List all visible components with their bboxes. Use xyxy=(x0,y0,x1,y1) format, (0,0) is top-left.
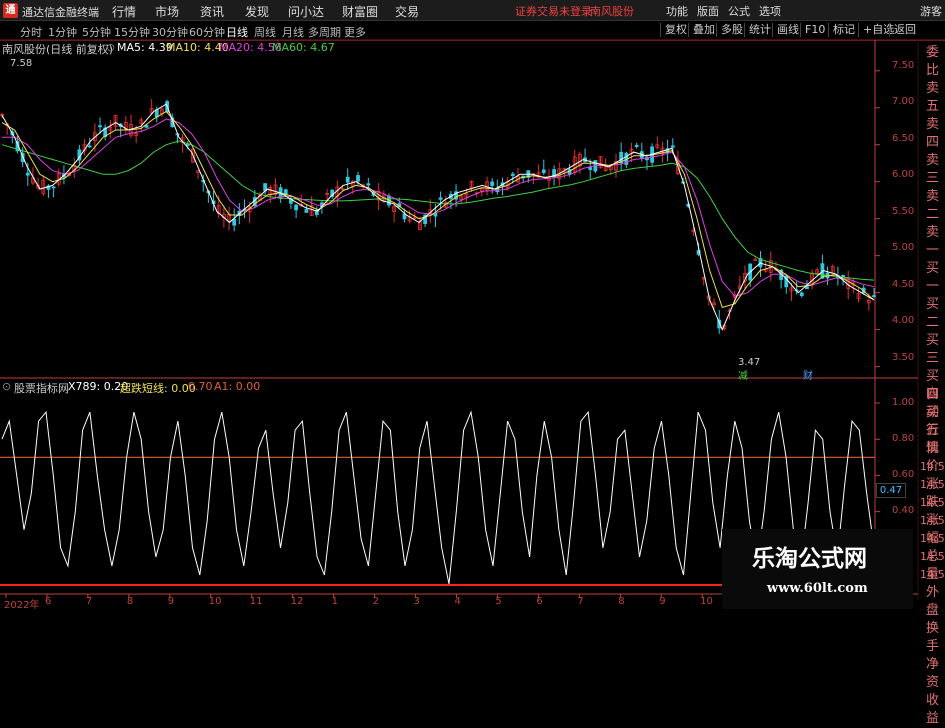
candle-body xyxy=(541,169,546,174)
time-entry: 14:50 xyxy=(920,532,945,545)
stock-name: 南风股份(日线 前复权) xyxy=(2,43,114,56)
date-tick: 7 xyxy=(577,596,584,607)
candle-body xyxy=(438,197,443,200)
settings-gear-icon[interactable]: ⊙ xyxy=(106,41,115,54)
side-item[interactable]: 换手 xyxy=(920,620,945,656)
time-entry: 14:50 xyxy=(920,568,945,581)
a1-label: A1: 0.00 xyxy=(214,380,261,393)
sub-tick: 1.00 xyxy=(892,397,915,408)
level-label: 0.70 xyxy=(188,380,213,393)
date-tick: 9 xyxy=(659,596,666,607)
price-tick: 5.50 xyxy=(892,206,915,217)
time-entry: 14:50 xyxy=(920,496,945,509)
candle-body xyxy=(294,204,299,211)
side-item[interactable]: 卖二 xyxy=(920,188,945,224)
date-tick: 5 xyxy=(495,596,502,607)
time-entry: 14:50 xyxy=(920,478,945,491)
date-tick: 8 xyxy=(126,596,134,607)
candle-body xyxy=(670,145,675,148)
ma-line-ma20 xyxy=(2,118,875,297)
date-tick: 3 xyxy=(413,596,420,607)
price-tick: 4.50 xyxy=(892,279,915,290)
side-item[interactable]: 净资 xyxy=(920,656,945,692)
date-tick: 10 xyxy=(700,596,713,607)
sub-tick: 0.60 xyxy=(892,469,915,480)
date-tick: 10 xyxy=(208,596,222,607)
indicator-gear-icon[interactable]: ⊙ xyxy=(2,380,11,393)
candle-body xyxy=(872,295,876,298)
event-marker-2[interactable]: 财 xyxy=(803,367,813,382)
auto-button[interactable]: 自动 xyxy=(920,386,945,422)
price-tick: 7.50 xyxy=(892,60,915,71)
candle-body xyxy=(25,172,30,176)
sub-tick: 0.40 xyxy=(892,505,915,516)
date-tick: 6 xyxy=(536,596,543,607)
price-tick: 6.00 xyxy=(892,169,915,180)
side-item[interactable]: 收益 xyxy=(920,692,945,728)
chart-canvas[interactable] xyxy=(0,0,945,609)
line-label: 超跌短线: 0.00 xyxy=(120,382,196,395)
indicator-name: 股票指标网 xyxy=(14,382,69,395)
price-tick: 3.50 xyxy=(892,352,915,363)
watermark: 乐淘公式网 www.60lt.com xyxy=(722,529,913,609)
event-marker-1[interactable]: 减 xyxy=(738,367,748,382)
candle-body xyxy=(87,145,92,148)
date-tick: 11 xyxy=(249,596,263,607)
candle-body xyxy=(366,183,371,186)
candle-body xyxy=(799,292,804,297)
side-item[interactable]: 买三 xyxy=(920,332,945,368)
candle-body xyxy=(356,175,360,182)
ma-line-ma5 xyxy=(1,103,875,331)
price-tick: 4.00 xyxy=(892,315,915,326)
price-tick: 7.00 xyxy=(892,96,915,107)
candle-body xyxy=(51,186,56,189)
date-tick: 2 xyxy=(372,596,379,607)
candle-body xyxy=(490,181,495,186)
side-item[interactable]: 买一 xyxy=(920,260,945,296)
date-tick: 9 xyxy=(167,596,175,607)
sub-chart-header: ⊙ 股票指标网 X789: 0.20 超跌短线: 0.00 0.70 A1: 0… xyxy=(0,379,880,395)
quote-button[interactable]: 行情 xyxy=(920,422,945,458)
candle-body xyxy=(304,209,309,213)
date-tick: 12 xyxy=(290,596,304,607)
candle-body xyxy=(232,218,237,226)
high-price-label: 7.58 xyxy=(10,58,33,69)
time-side-panel: 自动 行情 14:50 14:50 14:50 14:50 14:50 14:5… xyxy=(920,386,945,584)
candle-body xyxy=(805,286,809,290)
candle-body xyxy=(98,125,102,128)
main-chart-header: 南风股份(日线 前复权) ⊙ MA5: 4.39 MA10: 4.40 MA20… xyxy=(0,40,880,56)
candle-body xyxy=(345,176,350,183)
date-tick: 4 xyxy=(454,596,461,607)
side-item[interactable]: 委比 xyxy=(920,44,945,80)
side-item[interactable]: 卖一 xyxy=(920,224,945,260)
time-entry: 14:50 xyxy=(920,460,945,473)
candle-body xyxy=(634,144,639,147)
date-tick: 8 xyxy=(618,596,625,607)
date-tick: 1 xyxy=(331,596,338,607)
date-tick: 7 xyxy=(85,596,93,607)
watermark-title: 乐淘公式网 xyxy=(752,545,867,572)
side-item[interactable]: 卖五 xyxy=(920,80,945,116)
time-entry: 14:50 xyxy=(920,514,945,527)
side-item[interactable]: 卖四 xyxy=(920,116,945,152)
time-entry: 14:50 xyxy=(920,550,945,563)
price-tick: 6.50 xyxy=(892,133,915,144)
current-value-label: 0.47 xyxy=(876,483,906,498)
watermark-url: www.60lt.com xyxy=(767,581,868,596)
price-tick: 5.00 xyxy=(892,242,915,253)
candle-body xyxy=(510,173,515,176)
candle-body xyxy=(588,167,593,170)
sub-tick: 0.80 xyxy=(892,433,915,444)
date-tick: 6 xyxy=(44,596,52,607)
side-item[interactable]: 买二 xyxy=(920,296,945,332)
ma5-label: MA5: 4.39 xyxy=(117,41,173,54)
ma60-label: MA60: 4.67 xyxy=(272,41,335,54)
side-item[interactable]: 外盘 xyxy=(920,584,945,620)
side-item[interactable]: 卖三 xyxy=(920,152,945,188)
